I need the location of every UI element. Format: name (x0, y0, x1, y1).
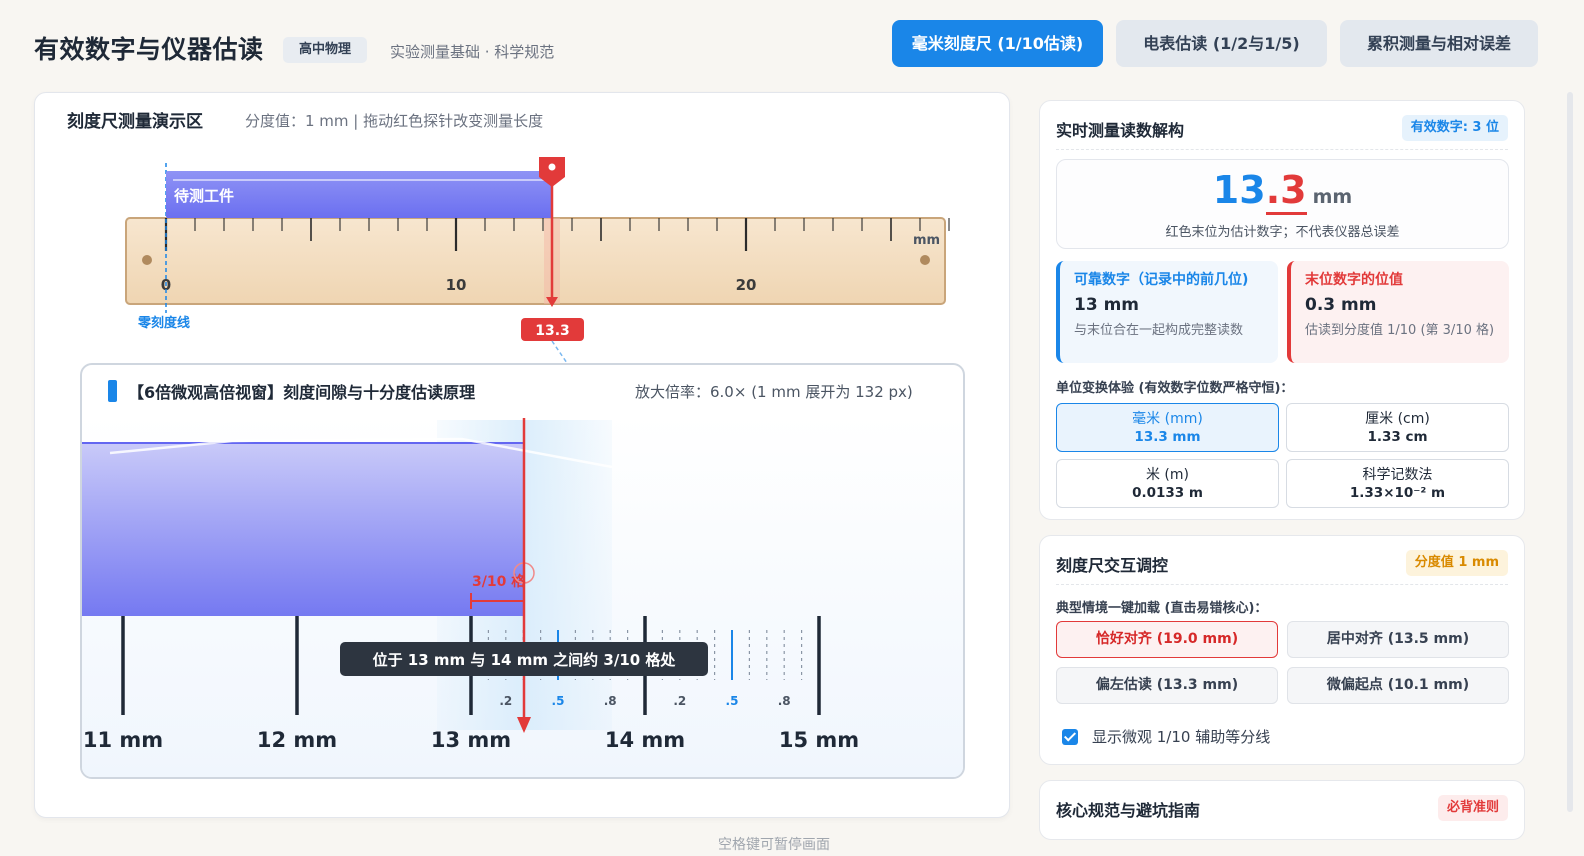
estimated-head: 末位数字的位值 (1305, 272, 1403, 288)
zoom-mm-label: 11 mm (83, 728, 163, 752)
reading-panel: 实时测量读数解构 有效数字: 3 位 13.3 mm 红色末位为估计数字；不代表仪… (1039, 100, 1525, 520)
unit-name: 科学记数法 (1362, 467, 1433, 483)
checkbox-checked-icon[interactable] (1062, 728, 1078, 745)
reliable-desc: 与末位合在一起构成完整读数 (1074, 323, 1244, 338)
sig-figs-badge: 有效数字: 3 位 (1401, 115, 1508, 141)
app-subtitle: 实验测量基础 · 科学规范 (390, 43, 555, 61)
zoom-title: 【6倍微观高倍视窗】刻度间隙与十分度估读原理 (128, 383, 476, 402)
scenario-center-button[interactable]: 居中对齐 (13.5 mm) (1287, 621, 1509, 658)
ruler-demo-card: 刻度尺测量演示区 分度值：1 mm | 拖动红色探针改变测量长度 01020 零… (34, 92, 1010, 818)
scenario-aligned-button[interactable]: 恰好对齐 (19.0 mm) (1056, 621, 1278, 658)
tab-cumulative[interactable]: 累积测量与相对误差 (1340, 20, 1538, 67)
probe-value-text: 13.3 (535, 323, 570, 339)
ruler-canvas[interactable]: 01020 零刻度线 待测工件 mm 13.3 (35, 143, 1010, 368)
workpiece-label: 待测工件 (174, 187, 234, 205)
controls-panel-title: 刻度尺交互调控 (1056, 556, 1169, 575)
unit-cm-button[interactable]: 厘米 (cm) 1.33 cm (1286, 403, 1509, 452)
zoom-subdivision-label: .8 (604, 694, 617, 708)
tab-ruler[interactable]: 毫米刻度尺 (1/10估读) (892, 20, 1103, 67)
zoom-window: 【6倍微观高倍视窗】刻度间隙与十分度估读原理 放大倍率：6.0× (1 mm 展… (80, 363, 965, 779)
unit-mm-button[interactable]: 毫米 (mm) 13.3 mm (1056, 403, 1279, 452)
app-title: 有效数字与仪器估读 (34, 35, 264, 64)
unit-name: 厘米 (cm) (1365, 411, 1430, 427)
tab-meter[interactable]: 电表估读 (1/2与1/5) (1116, 20, 1327, 67)
zero-line-label: 零刻度线 (137, 315, 190, 331)
subdivision-toggle-label: 显示微观 1/10 辅助等分线 (1092, 728, 1271, 746)
level-badge: 高中物理 (283, 37, 368, 63)
reliable-digits-card: 可靠数字（记录中的前几位) 13 mm 与末位合在一起构成完整读数 (1056, 261, 1278, 363)
reading-panel-title: 实时测量读数解构 (1056, 121, 1185, 140)
page-scrollbar[interactable] (1567, 92, 1573, 812)
estimated-digit-card: 末位数字的位值 0.3 mm 估读到分度值 1/10 (第 3/10 格) (1287, 261, 1509, 363)
zoom-mm-label: 15 mm (779, 728, 859, 752)
reading-note: 红色末位为估计数字；不代表仪器总误差 (1165, 225, 1400, 240)
zoom-marker (108, 380, 117, 402)
unit-scientific-button[interactable]: 科学记数法 1.33×10⁻² m (1286, 459, 1509, 508)
demo-hint: 分度值：1 mm | 拖动红色探针改变测量长度 (245, 112, 544, 130)
unit-m-button[interactable]: 米 (m) 0.0133 m (1056, 459, 1279, 508)
unit-value: 0.0133 m (1132, 485, 1203, 501)
ruler-screw-icon (142, 255, 152, 265)
app-header: 有效数字与仪器估读 高中物理 实验测量基础 · 科学规范 毫米刻度尺 (1/10… (0, 0, 1584, 92)
ruler-unit-label: mm (913, 233, 940, 248)
unit-name: 米 (m) (1145, 467, 1189, 483)
unit-value: 13.3 mm (1134, 429, 1201, 445)
divider (1056, 584, 1508, 585)
zoom-connector (551, 340, 568, 364)
zoom-canvas: 11 mm 12 mm 13 mm 14 mm 15 mm.2.5.8.2.5.8 3/… (82, 415, 963, 777)
reading-unit: mm (1312, 186, 1353, 208)
guide-panel: 核心规范与避坑指南 必背准则 (1039, 780, 1525, 840)
zoom-subdivision-label: .5 (552, 694, 565, 708)
unit-value: 1.33 cm (1367, 429, 1428, 445)
ruler-major-label: 20 (736, 276, 757, 294)
zoom-mm-label: 13 mm (431, 728, 511, 752)
scenario-left-button[interactable]: 偏左估读 (13.3 mm) (1056, 667, 1278, 704)
unit-value: 1.33×10⁻² m (1349, 485, 1446, 501)
divider (1056, 149, 1508, 150)
workpiece-zoomed (82, 442, 524, 616)
zoom-subdivision-label: .5 (726, 694, 739, 708)
guide-badge: 必背准则 (1437, 795, 1508, 821)
reading-value: 13.3 mm (1057, 168, 1508, 215)
zoom-subdivision-label: .2 (673, 694, 686, 708)
scenario-label: 典型情境一键加载 (直击易错核心)： (1056, 601, 1268, 616)
zoom-mm-label: 12 mm (257, 728, 337, 752)
reliable-head: 可靠数字（记录中的前几位) (1074, 272, 1249, 288)
reliable-digits: 13 (1212, 168, 1266, 212)
zoom-mm-label: 14 mm (605, 728, 685, 752)
demo-title: 刻度尺测量演示区 (67, 112, 203, 132)
unit-name: 毫米 (mm) (1132, 411, 1203, 427)
reliable-value: 13 mm (1074, 295, 1140, 315)
estimated-digit: .3 (1265, 168, 1307, 215)
estimated-value: 0.3 mm (1305, 295, 1377, 315)
zoom-magnification: 放大倍率：6.0× (1 mm 展开为 132 px) (635, 383, 913, 401)
zoom-subdivision-label: .2 (499, 694, 512, 708)
zoom-subdivision-label: .8 (778, 694, 791, 708)
ruler-body (125, 217, 946, 305)
tooltip-text: 位于 13 mm 与 14 mm 之间约 3/10 格处 (373, 651, 677, 669)
guide-panel-title: 核心规范与避坑指南 (1056, 801, 1201, 820)
unit-section-label: 单位变换体验 (有效数字位数严格守恒)： (1056, 381, 1294, 396)
ruler-screw-icon (920, 255, 930, 265)
controls-panel: 刻度尺交互调控 分度值 1 mm 典型情境一键加载 (直击易错核心)： 恰好对齐… (1039, 535, 1525, 765)
subdivision-toggle[interactable]: 显示微观 1/10 辅助等分线 (1062, 726, 1270, 747)
scenario-offset-button[interactable]: 微偏起点 (10.1 mm) (1287, 667, 1509, 704)
ruler-major-label: 10 (446, 276, 467, 294)
reading-display: 13.3 mm 红色末位为估计数字；不代表仪器总误差 (1056, 159, 1509, 249)
pause-hint: 空格键可暂停画面 (718, 837, 830, 853)
division-badge: 分度值 1 mm (1405, 550, 1508, 576)
estimated-desc: 估读到分度值 1/10 (第 3/10 格) (1305, 323, 1495, 338)
